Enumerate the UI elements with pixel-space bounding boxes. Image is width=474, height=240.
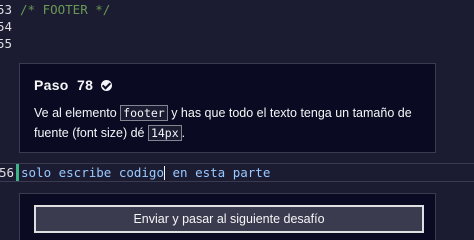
editable-region-marker [16, 164, 19, 181]
code-input[interactable]: solo escribe codigo en esta parte [21, 165, 270, 181]
inline-code-value: 14px [147, 125, 182, 141]
code-line-55: 55 [0, 35, 12, 52]
code-line-53: 53 /* FOOTER */ [0, 1, 110, 18]
editable-code-line[interactable]: 56 solo escribe codigo en esta parte [0, 163, 474, 182]
instruction-text: Ve al elemento [34, 106, 121, 120]
step-title: Paso 78 [34, 77, 421, 93]
line-number: 53 [0, 2, 12, 17]
submit-next-challenge-button[interactable]: Enviar y pasar al siguiente desafío [34, 205, 424, 233]
step-title-text: Paso 78 [34, 77, 94, 93]
inline-code-element: footer [120, 105, 168, 121]
line-number: 54 [0, 19, 12, 34]
line-number: 55 [0, 36, 12, 51]
code-line-54: 54 [0, 18, 12, 35]
code-text-before-cursor: solo escribe codigo [21, 164, 164, 180]
step-description-panel: Paso 78 Ve al elemento footer y has que … [19, 63, 436, 153]
line-number: 56 [0, 165, 14, 180]
action-panel: Enviar y pasar al siguiente desafío [19, 193, 436, 240]
code-comment: /* FOOTER */ [20, 2, 111, 17]
check-circle-icon [101, 79, 113, 91]
code-text-after-cursor: en esta parte [165, 164, 271, 180]
instruction-text: . [181, 126, 186, 140]
step-instructions: Ve al elemento footer y has que todo el … [34, 103, 421, 143]
